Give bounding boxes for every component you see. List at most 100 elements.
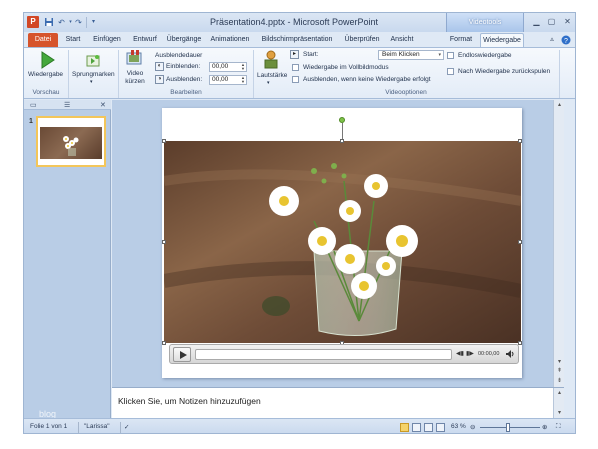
tab-bildschirmpraesentation[interactable]: Bildschirmpräsentation [257,33,337,47]
powerpoint-app-icon[interactable]: P [27,16,39,28]
notes-scroll-down-icon[interactable]: ▾ [554,408,565,418]
fade-out-input[interactable]: 00,00 ▲ ▼ [209,75,247,85]
zoom-level[interactable]: 63 % [451,423,466,430]
reading-view-icon[interactable] [424,423,433,432]
video-frame-image [164,141,521,343]
tab-datei[interactable]: Datei [28,33,58,47]
close-pane-icon[interactable]: ✕ [100,101,106,109]
resize-handle-bottom-left[interactable] [162,341,166,345]
svg-text:?: ? [564,38,568,45]
video-progress-bar[interactable] [195,349,452,360]
tab-animationen[interactable]: Animationen [208,33,252,47]
bookmark-dropdown-icon[interactable]: ▾ [90,79,93,85]
previous-slide-icon[interactable]: ⇞ [554,366,565,376]
resize-handle-bottom-right[interactable] [518,341,522,345]
normal-view-icon[interactable] [400,423,409,432]
video-control-bar: ◀▮ ▮▶ 00:00,00 [169,344,519,364]
fade-out-icon: ◑ [155,75,164,84]
loop-checkbox[interactable] [447,52,454,59]
slide-editing-area: ◀▮ ▮▶ 00:00,00 ▴ ▾ ⇞ ⇟ [112,100,564,387]
outline-tab-icon[interactable]: ☰ [64,101,70,109]
ribbon: Wiedergabe Vorschau Sprungmarken ▾ Video… [24,47,575,99]
tab-wiedergabe[interactable]: Wiedergabe [480,33,524,47]
trim-video-button[interactable]: Video kürzen [121,70,149,86]
slide-canvas[interactable]: ◀▮ ▮▶ 00:00,00 [162,108,522,378]
save-icon[interactable] [43,17,54,28]
notes-scroll-up-icon[interactable]: ▴ [554,388,565,398]
fade-in-icon: ◐ [155,62,164,71]
fullscreen-label: Wiedergabe im Vollbildmodus [303,64,389,71]
zoom-slider-track[interactable] [480,427,540,428]
customize-qat-icon[interactable]: ▾ [88,17,99,28]
slide-number: 1 [29,118,33,125]
workspace-scrollbar[interactable]: ▴ ▾ ⇞ ⇟ [553,100,564,387]
play-preview-button[interactable]: Wiedergabe [28,71,63,78]
notes-pane[interactable]: Klicken Sie, um Notizen hinzuzufügen ▴ ▾ [112,387,564,419]
fade-in-input[interactable]: 00,00 ▲ ▼ [209,62,247,72]
group-label-videooptionen: Videooptionen [385,89,427,96]
video-play-button[interactable] [173,347,191,362]
group-label-vorschau: Vorschau [32,89,60,96]
fit-to-window-icon[interactable]: ⛶ [556,423,561,431]
start-select[interactable]: Beim Klicken ▾ [378,50,444,60]
tab-ueberpruefen[interactable]: Überprüfen [342,33,382,47]
fade-in-spinner-icon[interactable]: ▲ ▼ [241,63,245,71]
tab-entwurf[interactable]: Entwurf [130,33,160,47]
resize-handle-top-right[interactable] [518,139,522,143]
rewind-checkbox[interactable] [447,68,454,75]
spelling-icon[interactable]: ✓ [124,423,129,431]
group-separator [559,50,560,98]
scroll-up-icon[interactable]: ▴ [554,100,565,110]
bookmark-icon[interactable] [86,54,100,70]
fade-in-value: 00,00 [212,63,229,70]
next-slide-icon[interactable]: ⇟ [554,376,565,386]
group-separator [68,50,69,98]
slide-thumbnail-canvas [40,120,102,163]
notes-placeholder: Klicken Sie, um Notizen hinzuzufügen [118,396,261,406]
tab-uebergaenge[interactable]: Übergänge [165,33,203,47]
skip-back-icon[interactable]: ◀▮ [456,350,464,357]
notes-scrollbar[interactable]: ▴ ▾ [553,388,564,419]
play-preview-icon[interactable] [39,51,55,71]
zoom-out-icon[interactable]: ⊖ [470,423,475,431]
slides-tab-icon[interactable]: ▭ [30,101,37,109]
tab-start[interactable]: Start [62,33,84,47]
fullscreen-checkbox[interactable] [292,64,299,71]
zoom-in-icon[interactable]: ⊕ [542,423,547,431]
status-separator [78,422,79,433]
slideshow-view-icon[interactable] [436,423,445,432]
video-object[interactable] [164,141,521,343]
ribbon-tab-row: Datei Start Einfügen Entwurf Übergänge A… [24,32,575,47]
maximize-button[interactable]: ▢ [544,15,559,28]
minimize-button[interactable]: ▁ [529,15,544,28]
redo-icon[interactable]: ↷ [73,17,84,28]
fade-out-spinner-icon[interactable]: ▲ ▼ [241,76,245,84]
bookmark-button[interactable]: Sprungmarken [72,71,115,78]
close-button[interactable]: ✕ [560,15,575,28]
resize-handle-left[interactable] [162,240,166,244]
slide-info: Folie 1 von 1 [30,423,68,430]
slide-thumbnail[interactable] [36,116,106,167]
volume-button[interactable]: Lautstärke [257,72,287,79]
fade-out-label: Ausblenden: [166,76,203,83]
trim-video-label-line2: kürzen [125,78,145,85]
minimize-ribbon-icon[interactable]: ▵ [547,33,557,47]
tab-ansicht[interactable]: Ansicht [387,33,417,47]
trim-video-icon[interactable] [125,50,143,70]
tab-format[interactable]: Format [446,33,476,47]
slide-sorter-view-icon[interactable] [412,423,421,432]
start-label: Start: [303,51,319,58]
hide-when-not-playing-checkbox[interactable] [292,76,299,83]
volume-icon[interactable] [262,50,280,72]
tab-einfuegen[interactable]: Einfügen [90,33,124,47]
volume-dropdown-icon[interactable]: ▾ [267,80,270,86]
skip-forward-icon[interactable]: ▮▶ [466,350,474,357]
resize-handle-top[interactable] [340,139,344,143]
video-volume-icon[interactable] [506,350,515,360]
zoom-slider-thumb[interactable] [506,423,510,432]
resize-handle-right[interactable] [518,240,522,244]
resize-handle-top-left[interactable] [162,139,166,143]
slides-pane-tabs: ▭ ☰ ✕ [24,100,111,110]
help-icon[interactable]: ? [560,33,572,47]
window-title: Präsentation4.pptx - Microsoft PowerPoin… [209,17,379,27]
